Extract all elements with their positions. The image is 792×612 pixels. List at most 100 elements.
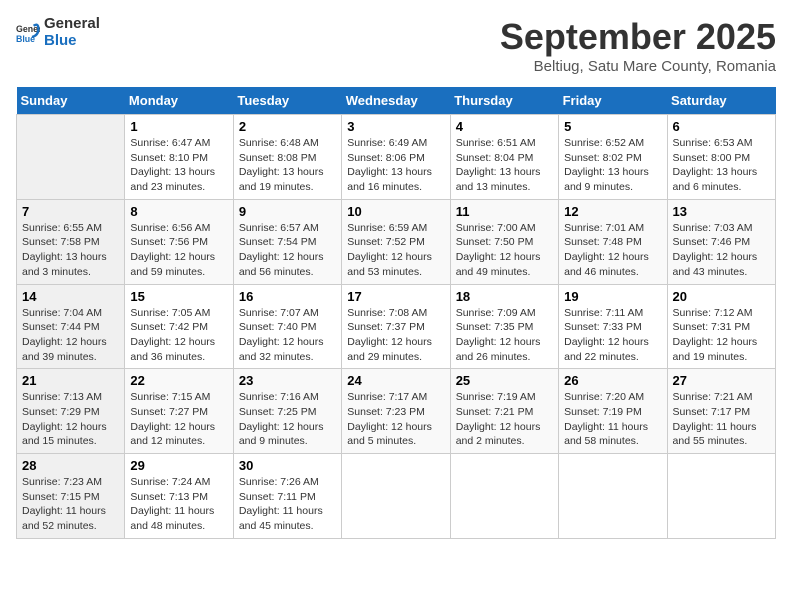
day-info: Sunrise: 6:53 AMSunset: 8:00 PMDaylight:… (673, 136, 770, 195)
title-area: September 2025 Beltiug, Satu Mare County… (500, 16, 776, 75)
calendar-cell (17, 115, 125, 200)
location-subtitle: Beltiug, Satu Mare County, Romania (500, 58, 776, 75)
calendar-cell: 25 Sunrise: 7:19 AMSunset: 7:21 PMDayligh… (450, 369, 558, 454)
logo-icon: General Blue (16, 21, 40, 45)
week-row-4: 21 Sunrise: 7:13 AMSunset: 7:29 PMDayligh… (17, 369, 776, 454)
day-number: 8 (130, 204, 227, 219)
day-number: 2 (239, 119, 336, 134)
day-info: Sunrise: 7:21 AMSunset: 7:17 PMDaylight:… (673, 390, 770, 449)
day-info: Sunrise: 6:59 AMSunset: 7:52 PMDaylight:… (347, 221, 444, 280)
calendar-cell: 22 Sunrise: 7:15 AMSunset: 7:27 PMDayligh… (125, 369, 233, 454)
day-info: Sunrise: 7:11 AMSunset: 7:33 PMDaylight:… (564, 306, 661, 365)
day-info: Sunrise: 7:04 AMSunset: 7:44 PMDaylight:… (22, 306, 119, 365)
day-info: Sunrise: 6:51 AMSunset: 8:04 PMDaylight:… (456, 136, 553, 195)
header-wednesday: Wednesday (342, 87, 450, 115)
calendar-cell: 12 Sunrise: 7:01 AMSunset: 7:48 PMDayligh… (559, 199, 667, 284)
day-number: 21 (22, 373, 119, 388)
calendar-cell: 24 Sunrise: 7:17 AMSunset: 7:23 PMDayligh… (342, 369, 450, 454)
day-number: 15 (130, 289, 227, 304)
day-number: 16 (239, 289, 336, 304)
day-info: Sunrise: 7:03 AMSunset: 7:46 PMDaylight:… (673, 221, 770, 280)
header-monday: Monday (125, 87, 233, 115)
day-info: Sunrise: 7:24 AMSunset: 7:13 PMDaylight:… (130, 475, 227, 534)
calendar-cell: 3 Sunrise: 6:49 AMSunset: 8:06 PMDaylight… (342, 115, 450, 200)
day-info: Sunrise: 7:15 AMSunset: 7:27 PMDaylight:… (130, 390, 227, 449)
day-info: Sunrise: 7:09 AMSunset: 7:35 PMDaylight:… (456, 306, 553, 365)
calendar-cell: 13 Sunrise: 7:03 AMSunset: 7:46 PMDayligh… (667, 199, 775, 284)
day-number: 19 (564, 289, 661, 304)
day-info: Sunrise: 7:13 AMSunset: 7:29 PMDaylight:… (22, 390, 119, 449)
week-row-3: 14 Sunrise: 7:04 AMSunset: 7:44 PMDayligh… (17, 284, 776, 369)
day-number: 30 (239, 458, 336, 473)
day-info: Sunrise: 6:48 AMSunset: 8:08 PMDaylight:… (239, 136, 336, 195)
week-row-2: 7 Sunrise: 6:55 AMSunset: 7:58 PMDaylight… (17, 199, 776, 284)
day-info: Sunrise: 7:01 AMSunset: 7:48 PMDaylight:… (564, 221, 661, 280)
day-info: Sunrise: 6:52 AMSunset: 8:02 PMDaylight:… (564, 136, 661, 195)
calendar-cell: 23Sunrise: 7:16 AMSunset: 7:25 PMDayligh… (233, 369, 341, 454)
calendar-cell: 28Sunrise: 7:23 AMSunset: 7:15 PMDayligh… (17, 454, 125, 539)
header-saturday: Saturday (667, 87, 775, 115)
day-number: 17 (347, 289, 444, 304)
day-info: Sunrise: 7:20 AMSunset: 7:19 PMDaylight:… (564, 390, 661, 449)
calendar-cell: 11Sunrise: 7:00 AMSunset: 7:50 PMDayligh… (450, 199, 558, 284)
day-number: 11 (456, 204, 553, 219)
header-sunday: Sunday (17, 87, 125, 115)
day-info: Sunrise: 6:55 AMSunset: 7:58 PMDaylight:… (22, 221, 119, 280)
calendar-cell: 26 Sunrise: 7:20 AMSunset: 7:19 PMDayligh… (559, 369, 667, 454)
calendar-cell: 18 Sunrise: 7:09 AMSunset: 7:35 PMDayligh… (450, 284, 558, 369)
day-number: 20 (673, 289, 770, 304)
calendar-table: SundayMondayTuesdayWednesdayThursdayFrid… (16, 87, 776, 539)
day-info: Sunrise: 6:56 AMSunset: 7:56 PMDaylight:… (130, 221, 227, 280)
day-number: 4 (456, 119, 553, 134)
day-info: Sunrise: 6:49 AMSunset: 8:06 PMDaylight:… (347, 136, 444, 195)
day-number: 28 (22, 458, 119, 473)
day-number: 24 (347, 373, 444, 388)
calendar-cell (559, 454, 667, 539)
logo: General Blue General Blue (16, 16, 100, 49)
day-info: Sunrise: 7:08 AMSunset: 7:37 PMDaylight:… (347, 306, 444, 365)
calendar-cell: 2 Sunrise: 6:48 AMSunset: 8:08 PMDaylight… (233, 115, 341, 200)
day-number: 23 (239, 373, 336, 388)
day-number: 3 (347, 119, 444, 134)
day-number: 14 (22, 289, 119, 304)
header-tuesday: Tuesday (233, 87, 341, 115)
calendar-cell: 4 Sunrise: 6:51 AMSunset: 8:04 PMDaylight… (450, 115, 558, 200)
calendar-cell: 27 Sunrise: 7:21 AMSunset: 7:17 PMDayligh… (667, 369, 775, 454)
calendar-cell: 1Sunrise: 6:47 AMSunset: 8:10 PMDaylight… (125, 115, 233, 200)
calendar-cell: 20Sunrise: 7:12 AMSunset: 7:31 PMDayligh… (667, 284, 775, 369)
day-number: 26 (564, 373, 661, 388)
day-number: 22 (130, 373, 227, 388)
calendar-cell: 8 Sunrise: 6:56 AMSunset: 7:56 PMDaylight… (125, 199, 233, 284)
calendar-cell: 9 Sunrise: 6:57 AMSunset: 7:54 PMDaylight… (233, 199, 341, 284)
header-friday: Friday (559, 87, 667, 115)
day-info: Sunrise: 7:17 AMSunset: 7:23 PMDaylight:… (347, 390, 444, 449)
day-number: 13 (673, 204, 770, 219)
calendar-cell: 14 Sunrise: 7:04 AMSunset: 7:44 PMDayligh… (17, 284, 125, 369)
day-info: Sunrise: 7:26 AMSunset: 7:11 PMDaylight:… (239, 475, 336, 534)
logo-general: General (44, 16, 100, 33)
calendar-cell: 30 Sunrise: 7:26 AMSunset: 7:11 PMDayligh… (233, 454, 341, 539)
day-number: 29 (130, 458, 227, 473)
calendar-cell: 5Sunrise: 6:52 AMSunset: 8:02 PMDaylight… (559, 115, 667, 200)
day-number: 25 (456, 373, 553, 388)
day-number: 18 (456, 289, 553, 304)
calendar-cell: 15 Sunrise: 7:05 AMSunset: 7:42 PMDayligh… (125, 284, 233, 369)
calendar-cell: 21 Sunrise: 7:13 AMSunset: 7:29 PMDayligh… (17, 369, 125, 454)
day-info: Sunrise: 7:05 AMSunset: 7:42 PMDaylight:… (130, 306, 227, 365)
week-row-5: 28Sunrise: 7:23 AMSunset: 7:15 PMDayligh… (17, 454, 776, 539)
calendar-cell: 10 Sunrise: 6:59 AMSunset: 7:52 PMDayligh… (342, 199, 450, 284)
day-number: 9 (239, 204, 336, 219)
day-number: 10 (347, 204, 444, 219)
day-number: 12 (564, 204, 661, 219)
day-number: 7 (22, 204, 119, 219)
day-info: Sunrise: 7:19 AMSunset: 7:21 PMDaylight:… (456, 390, 553, 449)
day-info: Sunrise: 6:57 AMSunset: 7:54 PMDaylight:… (239, 221, 336, 280)
calendar-cell (342, 454, 450, 539)
day-number: 27 (673, 373, 770, 388)
calendar-cell: 6Sunrise: 6:53 AMSunset: 8:00 PMDaylight… (667, 115, 775, 200)
logo-blue: Blue (44, 33, 100, 50)
calendar-cell (450, 454, 558, 539)
calendar-cell: 17 Sunrise: 7:08 AMSunset: 7:37 PMDayligh… (342, 284, 450, 369)
calendar-cell: 19 Sunrise: 7:11 AMSunset: 7:33 PMDayligh… (559, 284, 667, 369)
day-info: Sunrise: 7:07 AMSunset: 7:40 PMDaylight:… (239, 306, 336, 365)
